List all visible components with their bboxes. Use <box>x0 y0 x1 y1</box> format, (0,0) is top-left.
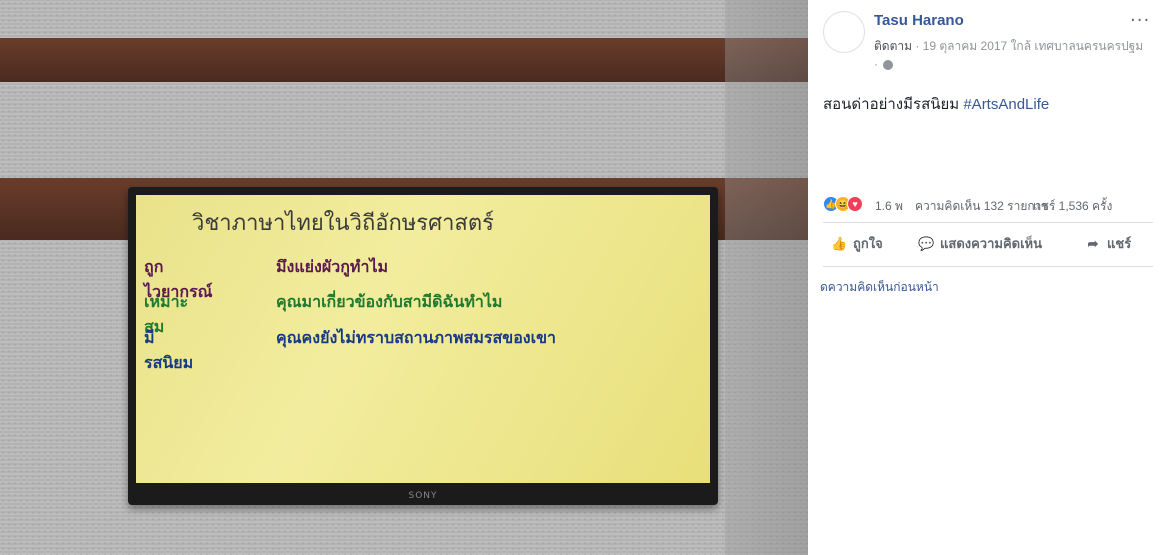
wood-post <box>725 0 808 555</box>
hashtag-link[interactable]: #ArtsAndLife <box>963 96 1049 113</box>
share-icon: ➦ <box>1087 236 1099 251</box>
tv-monitor: วิชาภาษาไทยในวิถีอักษรศาสตร์ ถูกไวยากรณ์… <box>128 187 718 505</box>
tv-brand-logo: SONY <box>408 491 438 501</box>
love-reaction-icon: ♥ <box>847 196 863 212</box>
share-button[interactable]: ➦ แชร์ <box>1085 228 1132 260</box>
post-photo[interactable]: วิชาภาษาไทยในวิถีอักษรศาสตร์ ถูกไวยากรณ์… <box>0 0 808 555</box>
row-label: มีรสนิยม <box>144 328 194 372</box>
reaction-icons[interactable]: 👍😆 ♥ <box>823 196 863 212</box>
comment-count[interactable]: ความคิดเห็น 132 รายการ <box>915 197 1048 216</box>
divider <box>823 222 1153 223</box>
post-meta: ติดตาม · 19 ตุลาคม 2017 ใกล้ เทศบาลนครนค… <box>874 37 1144 73</box>
share-label: แชร์ <box>1107 236 1132 251</box>
author-name[interactable]: Tasu Harano <box>874 12 964 29</box>
row-value: มึงแย่งผัวกูทำไม <box>276 257 389 276</box>
row-value: คุณคงยังไม่ทราบสถานภาพสมรสของเขา <box>276 328 556 347</box>
share-count[interactable]: แชร์ 1,536 ครั้ง <box>1033 197 1112 216</box>
globe-icon <box>883 59 894 70</box>
comment-label: แสดงความคิดเห็น <box>940 236 1043 251</box>
tv-screen: วิชาภาษาไทยในวิถีอักษรศาสตร์ ถูกไวยากรณ์… <box>136 195 710 483</box>
wood-beam <box>0 38 808 82</box>
reaction-count[interactable]: 1.6 พ <box>875 197 903 216</box>
action-bar: 👍 ถูกใจ 💬 แสดงความคิดเห็น ➦ แชร์ <box>823 228 1153 260</box>
post-caption: สอนด่าอย่างมีรสนิยม <box>823 96 960 113</box>
divider <box>823 266 1153 267</box>
avatar[interactable] <box>823 11 865 53</box>
like-label: ถูกใจ <box>853 236 883 251</box>
follow-link[interactable]: ติดตาม <box>874 39 912 53</box>
screen-title: วิชาภาษาไทยในวิถีอักษรศาสตร์ <box>192 211 494 236</box>
row-value: คุณมาเกี่ยวข้องกับสามีดิฉันทำไม <box>276 292 503 311</box>
like-button[interactable]: 👍 ถูกใจ <box>831 228 883 260</box>
thumbs-up-icon: 👍 <box>831 236 848 251</box>
comment-icon: 💬 <box>918 236 935 251</box>
view-previous-comments-link[interactable]: ดความคิดเห็นก่อนหน้า <box>820 278 939 297</box>
post-sidebar: Tasu Harano ··· ติดตาม · 19 ตุลาคม 2017 … <box>808 0 1161 555</box>
more-icon[interactable]: ··· <box>1130 10 1150 31</box>
comment-button[interactable]: 💬 แสดงความคิดเห็น <box>918 228 1042 260</box>
facebook-post-view: วิชาภาษาไทยในวิถีอักษรศาสตร์ ถูกไวยากรณ์… <box>0 0 1161 555</box>
post-text: สอนด่าอย่างมีรสนิยม #ArtsAndLife <box>823 92 1049 116</box>
post-meta-text: · 19 ตุลาคม 2017 ใกล้ เทศบาลนครนครปฐม · <box>874 39 1144 71</box>
